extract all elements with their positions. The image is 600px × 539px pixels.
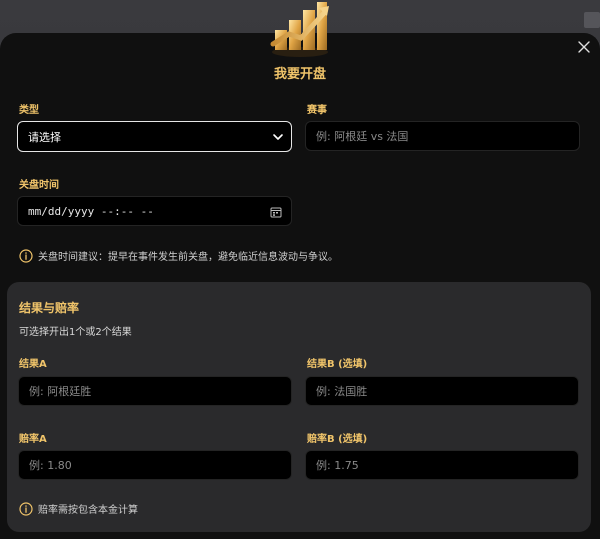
result-a-input[interactable]	[18, 376, 292, 406]
odds-b-input[interactable]	[305, 450, 579, 480]
outcomes-subtitle: 可选择开出1个或2个结果	[19, 327, 132, 338]
type-select[interactable]: 请选择	[17, 121, 292, 152]
odds-a-label: 赔率A	[19, 434, 47, 445]
result-a-label: 结果A	[19, 359, 47, 370]
close-time-label: 关盘时间	[19, 180, 59, 191]
close-time-hint-text: 关盘时间建议：提早在事件发生前关盘，避免临近信息波动与争议。	[38, 252, 338, 263]
result-b-input[interactable]	[305, 376, 579, 406]
modal-title: 我要开盘	[273, 67, 326, 82]
match-input[interactable]	[305, 121, 580, 151]
close-time-input[interactable]: mm/dd/yyyy --:-- --	[17, 196, 292, 226]
close-time-value: mm/dd/yyyy --:-- --	[28, 204, 154, 218]
result-b-label: 结果B (选填)	[307, 359, 368, 370]
info-icon	[19, 501, 33, 516]
type-label: 类型	[19, 105, 39, 116]
odds-b-label: 赔率B (选填)	[307, 434, 368, 445]
chevron-down-icon	[273, 134, 283, 140]
type-select-value: 请选择	[28, 130, 61, 144]
match-label: 赛事	[307, 105, 327, 116]
calendar-icon[interactable]	[270, 206, 282, 218]
outcomes-section: 结果与赔率 可选择开出1个或2个结果 结果A 结果B (选填) 赔率A 赔率B …	[7, 282, 591, 532]
outcomes-title: 结果与赔率	[19, 301, 80, 315]
window-corner-icon	[584, 12, 600, 28]
close-icon[interactable]	[576, 39, 592, 55]
open-market-modal: 我要开盘 类型 请选择 赛事 关盘时间 mm/dd/yyyy --:-- -- …	[0, 2, 600, 539]
odds-hint-text: 赔率需按包含本金计算	[38, 505, 138, 516]
info-icon	[19, 248, 33, 263]
odds-a-input[interactable]	[18, 450, 292, 480]
gold-bar-chart-icon	[270, 2, 329, 57]
close-time-hint: 关盘时间建议：提早在事件发生前关盘，避免临近信息波动与争议。	[19, 248, 338, 263]
odds-hint: 赔率需按包含本金计算	[19, 501, 138, 516]
